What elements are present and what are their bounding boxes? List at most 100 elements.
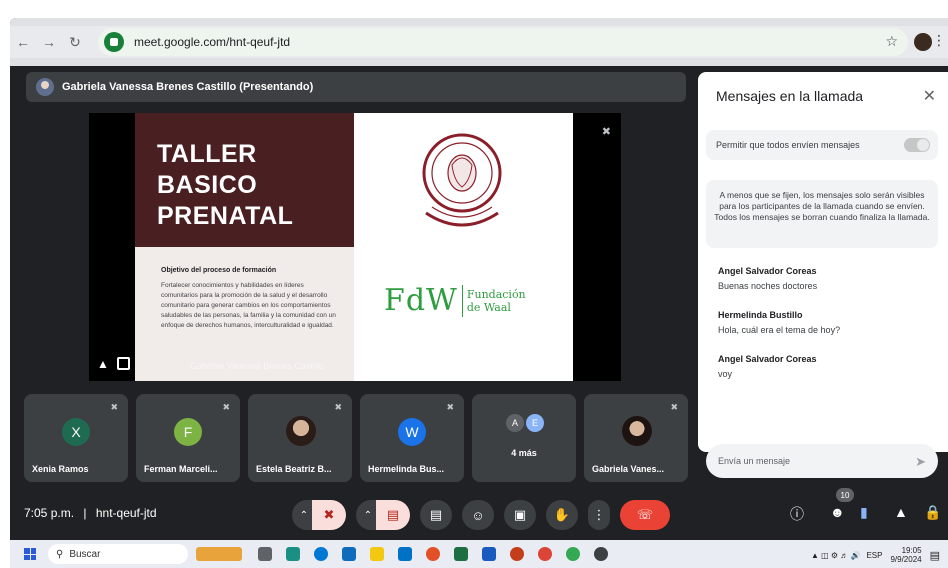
task-view-icon[interactable] xyxy=(258,547,272,561)
more-options-button[interactable]: ⋮ xyxy=(588,500,610,530)
fdw-logo-text-line2: de Waal xyxy=(466,300,511,314)
participant-name: Estela Beatriz B... xyxy=(256,464,332,474)
mic-toggle-button[interactable]: ✖ xyxy=(312,500,346,530)
bookmark-star-icon[interactable]: ☆ xyxy=(885,33,898,50)
send-icon[interactable]: ➤ xyxy=(915,454,926,470)
chat-notice: A menos que se fijen, los mensajes solo … xyxy=(706,180,938,248)
mic-off-icon: ✖ xyxy=(110,402,118,412)
leave-call-button[interactable]: ☏ xyxy=(620,500,670,530)
search-icon: ⚲ xyxy=(56,548,64,560)
excel-icon[interactable] xyxy=(454,547,468,561)
chat-message-author: Hermelinda Bustillo xyxy=(718,310,803,320)
slide-right-panel: FdW Fundación de Waal xyxy=(354,113,573,381)
settings-gear-icon[interactable] xyxy=(594,547,608,561)
participant-tile[interactable]: ✖ W Hermelinda Bus... xyxy=(360,394,464,482)
chrome-icon[interactable] xyxy=(538,547,552,561)
participant-photo xyxy=(622,416,652,446)
activities-icon[interactable]: ▲ xyxy=(894,504,908,520)
control-bar: 7:05 p.m. | hnt-qeuf-jtd ⌃ ✖ ⌃ ▤ ▤ ☺ ▣ ✋… xyxy=(10,488,948,540)
chat-message: Hermelinda Bustillo Hola, cuál era el te… xyxy=(718,310,928,335)
chat-permission-label: Permitir que todos envíen mensajes xyxy=(716,140,860,150)
pin-icon[interactable]: ▲ xyxy=(97,357,109,371)
mini-avatar: A xyxy=(506,414,524,432)
widgets-icon[interactable] xyxy=(286,547,300,561)
mic-off-icon: ✖ xyxy=(670,402,678,412)
address-bar[interactable]: meet.google.com/hnt-qeuf-jtd ☆ xyxy=(98,28,908,56)
reload-icon[interactable]: ↻ xyxy=(62,34,88,51)
forward-icon[interactable]: → xyxy=(36,34,62,50)
windows-start-icon[interactable] xyxy=(24,548,36,560)
browser-toolbar: ← → ↻ meet.google.com/hnt-qeuf-jtd ☆ ⋮ xyxy=(10,26,948,58)
participant-name: Hermelinda Bus... xyxy=(368,464,445,474)
browser-menu-icon[interactable]: ⋮ xyxy=(932,32,946,49)
clock-time: 19:05 xyxy=(901,546,922,555)
presenter-avatar xyxy=(36,78,54,96)
meeting-info-separator: | xyxy=(83,506,87,520)
university-seal-icon xyxy=(422,133,502,227)
chat-panel: Mensajes en la llamada ✕ Permitir que to… xyxy=(698,72,948,452)
chat-message-author: Angel Salvador Coreas xyxy=(718,354,817,364)
present-screen-icon: ▣ xyxy=(513,507,527,522)
participant-name: Xenia Ramos xyxy=(32,464,89,474)
file-explorer-icon[interactable] xyxy=(370,547,384,561)
captions-button[interactable]: ▤ xyxy=(420,500,452,530)
emoji-icon: ☺ xyxy=(471,507,485,523)
slide-objective-title: Objetivo del proceso de formación xyxy=(161,267,277,274)
raise-hand-button[interactable]: ✋ xyxy=(546,500,578,530)
slide-title-block: TALLER BASICO PRENATAL xyxy=(135,113,354,247)
participant-tile[interactable]: ✖ Gabriela Vanes... xyxy=(584,394,688,482)
back-icon[interactable]: ← xyxy=(10,34,36,50)
chat-permission-toggle[interactable] xyxy=(904,138,930,152)
powerpoint-icon[interactable] xyxy=(510,547,524,561)
meet-site-icon xyxy=(104,32,124,52)
system-tray: ▲ ◫ ⚙ ♬ 🔊 ESP 19:05 9/9/2024 ▤ xyxy=(811,546,940,564)
slide-presenter-watermark: Gabriela Vanessa Brenes Castillo xyxy=(190,361,324,371)
participant-name: Ferman Marceli... xyxy=(144,464,218,474)
fdw-logo-text: Fundación de Waal xyxy=(467,288,526,314)
more-avatars: A E xyxy=(506,414,546,432)
meeting-details-icon[interactable]: ⓘ xyxy=(790,504,804,524)
participant-tile[interactable]: ✖ Estela Beatriz B... xyxy=(248,394,352,482)
word-icon[interactable] xyxy=(482,547,496,561)
chat-message-input[interactable]: Envía un mensaje ➤ xyxy=(706,444,938,478)
participant-avatar: F xyxy=(174,418,202,446)
mail-icon[interactable] xyxy=(398,547,412,561)
tray-icons[interactable]: ▲ ◫ ⚙ ♬ 🔊 xyxy=(811,551,861,560)
chat-icon[interactable]: ▮ xyxy=(860,504,868,521)
screen-frame: ← → ↻ meet.google.com/hnt-qeuf-jtd ☆ ⋮ G… xyxy=(10,18,948,568)
taskbar-search[interactable]: ⚲ Buscar xyxy=(48,544,188,564)
slide-objective-text: Fortalecer conocimientos y habilidades e… xyxy=(161,282,336,329)
clock[interactable]: 19:05 9/9/2024 xyxy=(890,546,921,564)
people-icon[interactable]: ☻ xyxy=(830,504,845,520)
mic-off-icon: ✖ xyxy=(601,126,611,138)
taskbar-highlight-icon xyxy=(196,547,242,561)
chat-title: Mensajes en la llamada xyxy=(716,88,864,104)
language-indicator[interactable]: ESP xyxy=(866,551,882,560)
present-button[interactable]: ▣ xyxy=(504,500,536,530)
more-participants-tile[interactable]: A E 4 más xyxy=(472,394,576,482)
store-icon[interactable] xyxy=(342,547,356,561)
participant-tile[interactable]: ✖ F Ferman Marceli... xyxy=(136,394,240,482)
windows-taskbar: ⚲ Buscar ▲ ◫ ⚙ ♬ 🔊 ESP 19:05 9/9/2024 ▤ xyxy=(10,540,948,568)
participant-tile[interactable]: ✖ X Xenia Ramos xyxy=(24,394,128,482)
notification-icon[interactable]: ▤ xyxy=(930,549,940,562)
mic-off-icon: ✖ xyxy=(323,507,335,522)
participant-name: Gabriela Vanes... xyxy=(592,464,665,474)
mic-off-icon: ✖ xyxy=(446,402,454,412)
captions-icon: ▤ xyxy=(429,507,443,522)
profile-avatar[interactable] xyxy=(914,33,932,51)
hang-up-icon: ☏ xyxy=(636,507,654,522)
chat-message-text: Buenas noches doctores xyxy=(718,281,818,291)
participant-avatar: X xyxy=(62,418,90,446)
close-icon[interactable]: ✕ xyxy=(923,86,936,106)
chrome-profile-icon[interactable] xyxy=(566,547,580,561)
app-icon[interactable] xyxy=(426,547,440,561)
reactions-button[interactable]: ☺ xyxy=(462,500,494,530)
people-count-badge: 10 xyxy=(836,488,854,502)
presentation-stage[interactable]: TALLER BASICO PRENATAL Objetivo del proc… xyxy=(89,113,621,381)
fullscreen-icon[interactable] xyxy=(117,357,130,370)
edge-icon[interactable] xyxy=(314,547,328,561)
host-controls-icon[interactable]: 🔒 xyxy=(924,504,941,521)
slide-title-line: PRENATAL xyxy=(157,202,294,230)
camera-toggle-button[interactable]: ▤ xyxy=(376,500,410,530)
